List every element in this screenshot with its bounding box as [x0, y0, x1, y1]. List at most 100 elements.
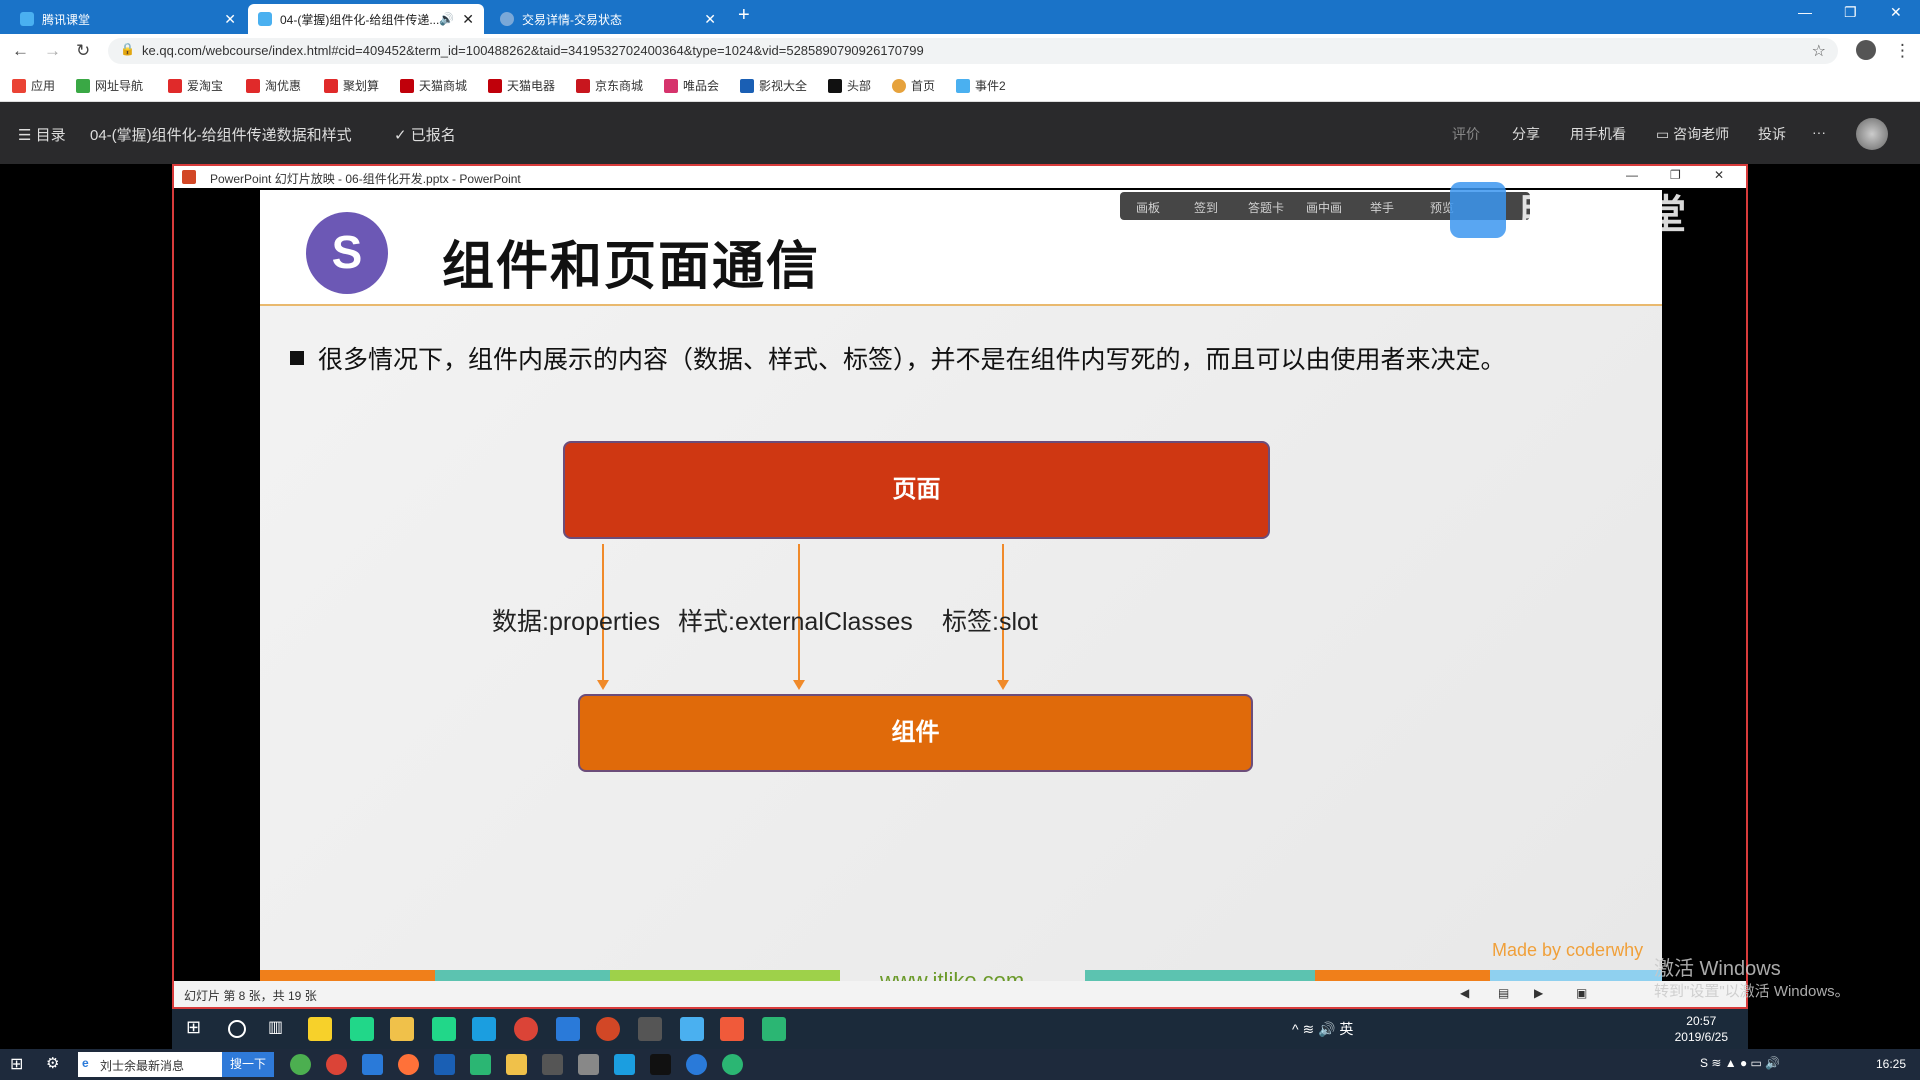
- sticky-notes-icon[interactable]: [308, 1017, 332, 1041]
- search-icon[interactable]: [228, 1020, 246, 1038]
- forward-icon[interactable]: →: [44, 41, 61, 61]
- close-window-icon[interactable]: ✕: [1890, 4, 1902, 21]
- mini-program-logo-icon: S: [306, 212, 388, 294]
- mobile-watch-button[interactable]: 用手机看: [1570, 124, 1626, 144]
- bookmark-item[interactable]: 京东商城: [576, 77, 643, 94]
- bookmark-label: 天猫商城: [419, 79, 468, 93]
- bookmark-item[interactable]: 首页: [892, 77, 935, 94]
- menu-icon[interactable]: ▤: [1498, 986, 1509, 1000]
- bookmark-item[interactable]: 头部: [828, 77, 871, 94]
- maps-icon[interactable]: [614, 1054, 635, 1075]
- speaker-icon[interactable]: 🔊: [439, 12, 454, 26]
- juhuasuan-icon: [324, 78, 338, 93]
- label-external-classes: 样式:externalClasses: [678, 608, 913, 636]
- taobao-icon: [246, 78, 260, 93]
- star-icon[interactable]: ☆: [1812, 41, 1826, 61]
- consult-teacher-button[interactable]: ▭ 咨询老师: [1656, 124, 1729, 144]
- tencent-classroom-icon[interactable]: [680, 1017, 704, 1041]
- system-tray[interactable]: S ≋ ▲ ● ▭ 🔊: [1700, 1056, 1780, 1070]
- next-icon[interactable]: ▶: [1534, 986, 1543, 1000]
- bookmark-item[interactable]: 淘优惠: [246, 77, 301, 94]
- profile-icon[interactable]: [1856, 40, 1876, 60]
- complain-button[interactable]: 投诉: [1758, 124, 1786, 144]
- avatar[interactable]: [1856, 118, 1888, 150]
- bookmark-item[interactable]: 天猫电器: [488, 77, 555, 94]
- file-explorer-icon[interactable]: [506, 1054, 527, 1075]
- reload-icon[interactable]: ↻: [76, 41, 90, 61]
- restore-icon[interactable]: ❐: [1844, 4, 1857, 21]
- back-icon[interactable]: ←: [12, 41, 29, 61]
- slide-title: 组件和页面通信: [442, 238, 821, 296]
- bookmark-item[interactable]: 影视大全: [740, 77, 807, 94]
- pycharm-icon[interactable]: [432, 1017, 456, 1041]
- omnibox[interactable]: 🔒 ke.qq.com/webcourse/index.html#cid=409…: [108, 38, 1838, 64]
- url-text[interactable]: ke.qq.com/webcourse/index.html#cid=40945…: [142, 43, 924, 58]
- slide-bullet: 很多情况下，组件内展示的内容（数据、样式、标签），并不是在组件内写死的，而且可以…: [290, 340, 1506, 376]
- bookmark-item[interactable]: 事件2: [956, 77, 1006, 94]
- slide: S 组件和页面通信 很多情况下，组件内展示的内容（数据、样式、标签），并不是在组…: [260, 190, 1662, 990]
- bookmark-item[interactable]: 唯品会: [664, 77, 719, 94]
- clion-icon[interactable]: [350, 1017, 374, 1041]
- file-explorer-icon[interactable]: [390, 1017, 414, 1041]
- app-icon[interactable]: [290, 1054, 311, 1075]
- watermark: 腾讯课堂: [1520, 193, 1688, 237]
- answer-card-button[interactable]: 答题卡: [1248, 199, 1284, 216]
- close-icon[interactable]: ✕: [1714, 168, 1724, 182]
- restore-icon[interactable]: ❐: [1670, 168, 1681, 182]
- bookmark-item[interactable]: 天猫商城: [400, 77, 467, 94]
- catalog-button[interactable]: ☰ 目录: [18, 124, 66, 145]
- windows-start-icon[interactable]: ⊞: [10, 1054, 23, 1074]
- bookmark-apps[interactable]: 应用: [12, 77, 55, 94]
- windows-start-icon[interactable]: ⊞: [186, 1017, 210, 1041]
- rate-button[interactable]: 评价: [1452, 124, 1480, 144]
- raise-hand-button[interactable]: 举手: [1370, 199, 1394, 216]
- chrome-icon[interactable]: [326, 1054, 347, 1075]
- vscode-icon[interactable]: [556, 1017, 580, 1041]
- tab-tencent-classroom[interactable]: 腾讯课堂 ✕: [10, 4, 246, 34]
- chrome-icon[interactable]: [514, 1017, 538, 1041]
- firefox-icon[interactable]: [398, 1054, 419, 1075]
- search-button[interactable]: 搜一下: [222, 1052, 274, 1077]
- settings-icon[interactable]: [578, 1054, 599, 1075]
- task-view-icon[interactable]: ▥: [268, 1017, 292, 1041]
- webstorm-icon[interactable]: [650, 1054, 671, 1075]
- new-tab-button[interactable]: +: [738, 4, 750, 27]
- search-input[interactable]: e 刘士余最新消息: [78, 1052, 222, 1077]
- close-icon[interactable]: ✕: [224, 11, 236, 28]
- wechat-icon[interactable]: [722, 1054, 743, 1075]
- enrolled-label: 已报名: [410, 127, 456, 144]
- close-icon[interactable]: ✕: [462, 11, 474, 28]
- powerpoint-icon[interactable]: [596, 1017, 620, 1041]
- pip-button[interactable]: 画中画: [1306, 199, 1342, 216]
- share-button[interactable]: 分享: [1512, 124, 1540, 144]
- ppt-window: PowerPoint 幻灯片放映 - 06-组件化开发.pptx - Power…: [172, 164, 1748, 1009]
- bookmark-item[interactable]: 网址导航: [76, 77, 143, 94]
- tab-course-video[interactable]: 04-(掌握)组件化-给组件传递... 🔊 ✕: [248, 4, 484, 34]
- bookmark-label: 聚划算: [343, 79, 380, 93]
- whiteboard-button[interactable]: 画板: [1136, 199, 1160, 216]
- remote-taskbar: ⊞ ▥ ^ ≋ 🔊 英 20:57 2019/6/25: [172, 1009, 1748, 1049]
- signin-button[interactable]: 签到: [1194, 199, 1218, 216]
- system-tray[interactable]: ^ ≋ 🔊 英: [1292, 1019, 1353, 1039]
- bookmark-item[interactable]: 聚划算: [324, 77, 379, 94]
- view-icon[interactable]: ▣: [1576, 986, 1587, 1000]
- previous-icon[interactable]: ◀: [1460, 986, 1469, 1000]
- vscode-icon[interactable]: [362, 1054, 383, 1075]
- task-view-icon[interactable]: ⚙: [46, 1054, 59, 1072]
- bookmark-item[interactable]: 爱淘宝: [168, 77, 223, 94]
- webstorm-icon[interactable]: [472, 1017, 496, 1041]
- kebab-menu-icon[interactable]: ⋮: [1894, 41, 1911, 61]
- component-box: 组件: [578, 694, 1253, 772]
- app-icon[interactable]: [542, 1054, 563, 1075]
- app-icon[interactable]: [470, 1054, 491, 1075]
- tab-transaction[interactable]: 交易详情-交易状态 ✕: [490, 4, 726, 34]
- app-icon[interactable]: [720, 1017, 744, 1041]
- minimize-icon[interactable]: —: [1798, 4, 1812, 20]
- app-icon[interactable]: [434, 1054, 455, 1075]
- close-icon[interactable]: ✕: [704, 11, 716, 28]
- wechat-devtools-icon[interactable]: [762, 1017, 786, 1041]
- minimize-icon[interactable]: —: [1626, 168, 1638, 182]
- sourcetree-icon[interactable]: [638, 1017, 662, 1041]
- more-button[interactable]: ···: [1812, 124, 1826, 140]
- ie-icon[interactable]: [686, 1054, 707, 1075]
